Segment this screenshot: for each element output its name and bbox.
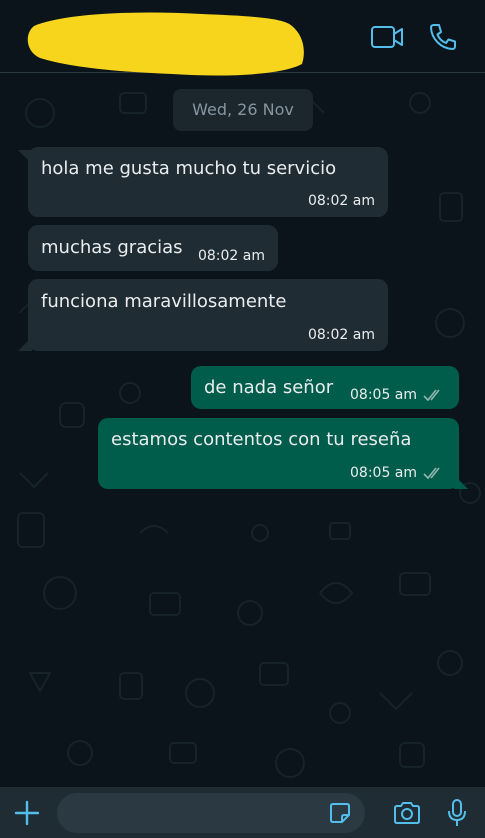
message-incoming[interactable]: muchas gracias 08:02 am	[28, 225, 278, 271]
video-camera-icon[interactable]	[368, 20, 406, 54]
message-outgoing[interactable]: de nada señor 08:05 am	[191, 366, 459, 409]
phone-icon[interactable]	[426, 20, 464, 54]
message-text: hola me gusta mucho tu servicio	[41, 158, 337, 179]
read-receipt-icon	[423, 467, 440, 480]
message-time: 08:02 am	[307, 193, 375, 209]
date-divider: Wed, 26 Nov	[173, 89, 313, 131]
message-incoming[interactable]: hola me gusta mucho tu servicio 08:02 am	[28, 147, 388, 217]
message-input-field[interactable]	[57, 793, 365, 835]
bubble-tail	[454, 475, 468, 489]
message-text: muchas gracias	[41, 237, 183, 258]
camera-icon[interactable]	[392, 799, 422, 827]
message-time: 08:05 am	[350, 465, 418, 481]
message-text: de nada señor	[204, 377, 334, 398]
message-outgoing[interactable]: estamos contentos con tu reseña 08:05 am	[98, 418, 459, 489]
composer-bar	[0, 787, 485, 838]
microphone-icon[interactable]	[444, 797, 470, 829]
message-time: 08:05 am	[350, 387, 418, 403]
sticker-icon[interactable]	[327, 800, 353, 826]
message-time: 08:02 am	[197, 248, 265, 264]
message-incoming[interactable]: funciona maravillosamente 08:02 am	[28, 279, 388, 351]
plus-icon[interactable]	[12, 798, 42, 828]
message-input[interactable]	[71, 793, 325, 835]
message-text: estamos contentos con tu reseña	[111, 429, 412, 450]
chat-area: Wed, 26 Nov hola me gusta mucho tu servi…	[0, 73, 485, 787]
message-text: funciona maravillosamente	[41, 291, 287, 312]
read-receipt-icon	[423, 389, 440, 402]
contact-name-redaction	[27, 12, 304, 76]
message-time: 08:02 am	[307, 327, 375, 343]
